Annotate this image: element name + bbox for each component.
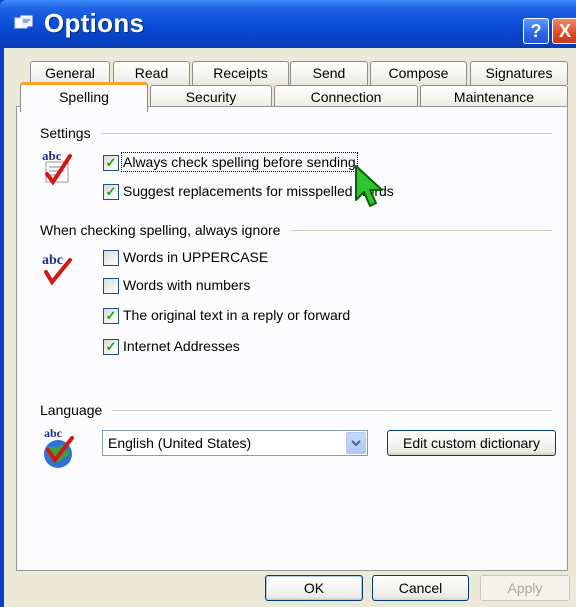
mouse-cursor-icon <box>355 165 383 207</box>
ignore-group-label: When checking spelling, always ignore <box>40 222 291 238</box>
apply-button[interactable]: Apply <box>480 575 570 601</box>
ignore-uppercase-checkbox[interactable] <box>103 250 119 266</box>
ok-button[interactable]: OK <box>265 575 363 601</box>
language-divider <box>40 410 552 411</box>
settings-group-label: Settings <box>40 125 101 141</box>
language-select-value: English (United States) <box>108 435 252 451</box>
options-window: Options ? X General Read Receipts Send C… <box>0 0 576 607</box>
abc-ignore-icon: abc <box>42 253 72 286</box>
ignore-uppercase-label[interactable]: Words in UPPERCASE <box>123 249 268 265</box>
cancel-button[interactable]: Cancel <box>372 575 469 601</box>
language-group-label: Language <box>40 402 113 418</box>
settings-divider <box>40 133 552 134</box>
svg-text:abc: abc <box>42 253 63 268</box>
globe-spelling-icon: abc <box>44 426 74 468</box>
svg-text:abc: abc <box>42 148 62 163</box>
ignore-internet-addresses-label[interactable]: Internet Addresses <box>123 338 240 354</box>
ignore-numbers-checkbox[interactable] <box>103 278 119 294</box>
language-select[interactable]: English (United States) <box>102 430 368 456</box>
ignore-original-text-checkbox[interactable]: ✓ <box>103 308 119 324</box>
always-check-spelling-label[interactable]: Always check spelling before sending <box>121 152 358 172</box>
abc-spelling-icon: abc <box>42 148 72 186</box>
chevron-down-icon[interactable] <box>346 432 366 454</box>
svg-text:abc: abc <box>44 426 63 440</box>
suggest-replacements-checkbox[interactable]: ✓ <box>103 184 119 200</box>
spelling-content: Settings abc ✓ Always check spelling bef… <box>0 0 576 607</box>
ignore-internet-addresses-checkbox[interactable]: ✓ <box>103 339 119 355</box>
ignore-numbers-label[interactable]: Words with numbers <box>123 277 250 293</box>
edit-custom-dictionary-button[interactable]: Edit custom dictionary <box>387 430 556 456</box>
always-check-spelling-checkbox[interactable]: ✓ <box>103 155 119 171</box>
ignore-original-text-label[interactable]: The original text in a reply or forward <box>123 307 350 323</box>
